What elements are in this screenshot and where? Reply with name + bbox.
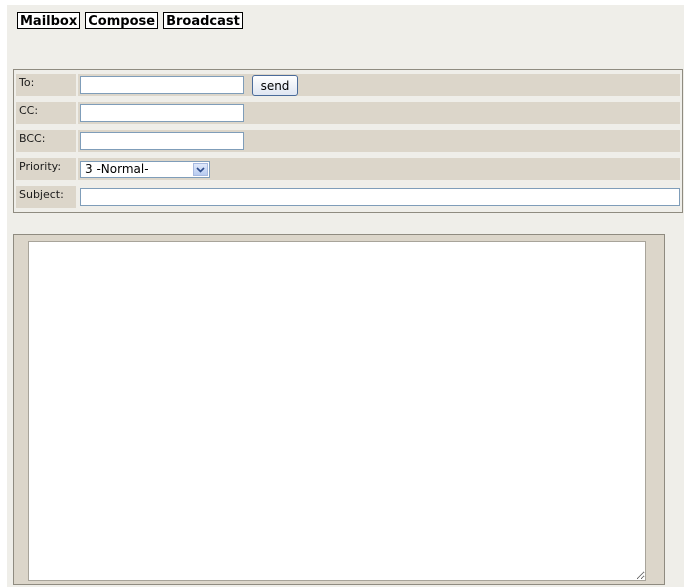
priority-label: Priority:	[16, 158, 76, 180]
message-body-frame	[13, 234, 665, 585]
bcc-field-cell	[78, 130, 680, 152]
priority-row: Priority: 3 -Normal-	[16, 157, 680, 182]
cc-label: CC:	[16, 102, 76, 124]
cc-input[interactable]	[80, 104, 244, 122]
chevron-down-icon[interactable]	[193, 163, 208, 176]
send-button[interactable]: send	[252, 75, 298, 96]
compose-page: Mailbox Compose Broadcast To: send CC: B…	[7, 5, 684, 587]
to-label: To:	[16, 74, 76, 96]
to-field-cell: send	[78, 74, 680, 96]
priority-select[interactable]: 3 -Normal-	[80, 161, 210, 178]
bcc-input[interactable]	[80, 132, 244, 150]
subject-field-cell	[78, 186, 680, 208]
mailbox-button[interactable]: Mailbox	[17, 12, 81, 29]
broadcast-button[interactable]: Broadcast	[163, 12, 243, 29]
bcc-row: BCC:	[16, 129, 680, 154]
message-body-textarea[interactable]	[28, 241, 646, 581]
priority-selected-value: 3 -Normal-	[85, 162, 149, 176]
cc-field-cell	[78, 102, 680, 124]
subject-input[interactable]	[80, 188, 680, 206]
to-input[interactable]	[80, 76, 244, 94]
compose-button[interactable]: Compose	[85, 12, 159, 29]
priority-field-cell: 3 -Normal-	[78, 158, 680, 180]
top-nav: Mailbox Compose Broadcast	[17, 12, 243, 29]
cc-row: CC:	[16, 101, 680, 126]
subject-label: Subject:	[16, 186, 76, 208]
subject-row: Subject:	[16, 185, 680, 210]
message-header-form: To: send CC: BCC: Priority: 3 -Normal- S…	[13, 69, 683, 213]
bcc-label: BCC:	[16, 130, 76, 152]
to-row: To: send	[16, 73, 680, 98]
